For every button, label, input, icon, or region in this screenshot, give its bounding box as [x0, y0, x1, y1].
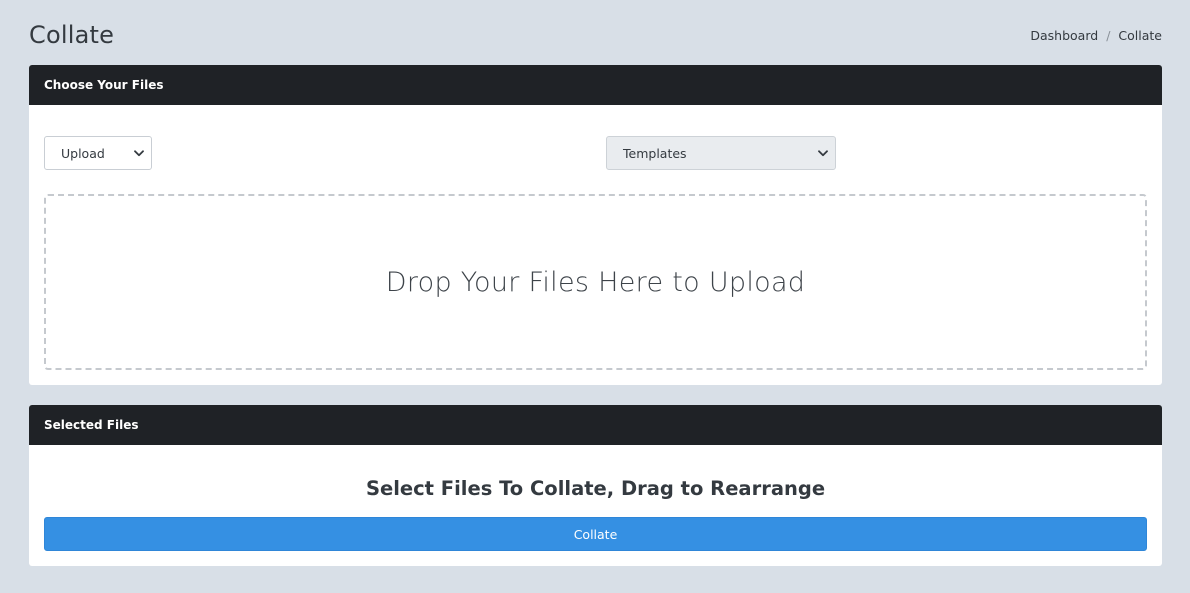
breadcrumb-separator: /	[1106, 27, 1111, 43]
templates-select-value: Templates	[623, 145, 687, 161]
chevron-down-icon	[133, 147, 145, 159]
selected-files-heading: Select Files To Collate, Drag to Rearran…	[365, 477, 826, 500]
file-dropzone[interactable]: Drop Your Files Here to Upload	[44, 194, 1147, 370]
choose-files-header: Choose Your Files	[29, 65, 1162, 105]
chevron-down-icon	[817, 147, 829, 159]
choose-files-card: Choose Your Files Upload Templates Drop …	[29, 65, 1162, 385]
selected-files-card: Selected Files Select Files To Collate, …	[29, 405, 1162, 566]
breadcrumb-dashboard[interactable]: Dashboard	[1030, 28, 1098, 43]
page-header: Collate Dashboard / Collate	[29, 18, 1162, 52]
breadcrumb-current: Collate	[1118, 27, 1162, 43]
source-select[interactable]: Upload	[44, 136, 152, 170]
source-select-value: Upload	[61, 145, 105, 161]
breadcrumb: Dashboard / Collate	[1030, 28, 1162, 43]
dropzone-text: Drop Your Files Here to Upload	[385, 266, 806, 298]
templates-select[interactable]: Templates	[606, 136, 836, 170]
selected-files-header: Selected Files	[29, 405, 1162, 445]
page: Collate Dashboard / Collate Choose Your …	[0, 0, 1190, 593]
collate-button[interactable]: Collate	[44, 517, 1147, 551]
page-title: Collate	[29, 21, 115, 49]
